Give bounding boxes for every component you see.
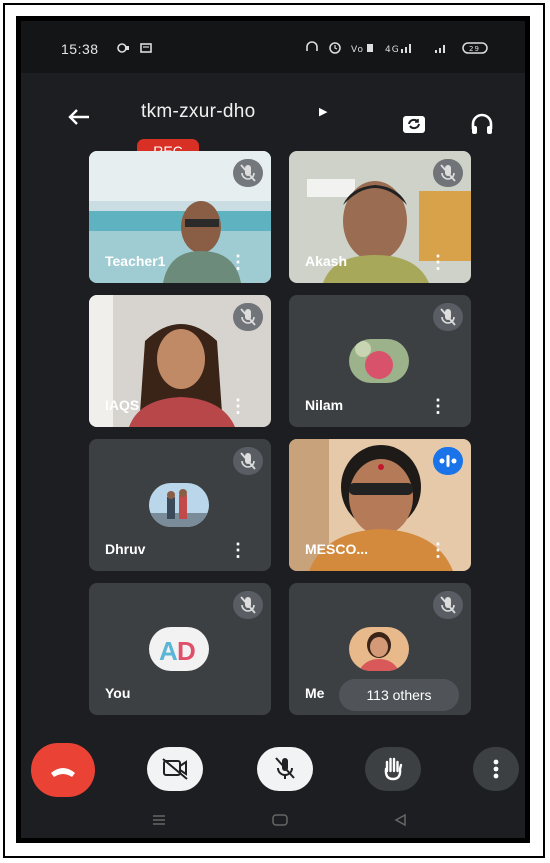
meeting-code[interactable]: tkm-zxur-dho	[141, 101, 255, 123]
participant-avatar	[349, 627, 409, 671]
switch-camera-icon[interactable]	[399, 109, 429, 139]
home-icon[interactable]	[271, 813, 289, 830]
participant-tile[interactable]: IAQS ⋮	[89, 295, 271, 427]
speaking-indicator-icon	[433, 447, 463, 475]
video-off-icon	[162, 758, 188, 780]
more-options-icon[interactable]: ⋮	[429, 541, 447, 559]
participant-tile[interactable]: Nilam ⋮	[289, 295, 471, 427]
more-options-icon[interactable]: ⋮	[229, 397, 247, 415]
participant-name: Teacher1	[105, 253, 166, 269]
back-arrow-icon[interactable]	[67, 107, 91, 128]
participant-name: IAQS	[105, 397, 140, 413]
mic-off-icon	[233, 159, 263, 187]
mic-off-icon	[233, 303, 263, 331]
participant-tile[interactable]: Akash ⋮	[289, 151, 471, 283]
participant-tile[interactable]: Teacher1 ⋮	[89, 151, 271, 283]
participant-tile[interactable]: MESCO... ⋮	[289, 439, 471, 571]
svg-text:A: A	[159, 636, 178, 666]
mic-off-icon	[433, 159, 463, 187]
participant-avatar: AD	[149, 627, 209, 671]
headphones-icon[interactable]	[467, 109, 497, 139]
status-system-icons: Vo 4G 29	[305, 41, 495, 58]
microphone-toggle-button[interactable]	[257, 747, 313, 791]
participant-avatar	[149, 483, 209, 527]
camera-toggle-button[interactable]	[147, 747, 203, 791]
meeting-header: tkm-zxur-dho ▶ REC	[21, 73, 525, 163]
mic-off-icon	[233, 447, 263, 475]
status-time: 15:38	[61, 41, 99, 57]
participant-name: MESCO...	[305, 541, 369, 557]
others-count-chip[interactable]: 113 others	[339, 679, 459, 711]
more-options-button[interactable]	[473, 747, 519, 791]
phone-hangup-icon	[51, 768, 75, 777]
status-notification-icons	[117, 41, 157, 58]
caret-right-icon[interactable]: ▶	[319, 105, 327, 118]
mic-off-icon	[233, 591, 263, 619]
participant-tile[interactable]: AD You	[89, 583, 271, 715]
mic-off-icon	[433, 591, 463, 619]
mic-off-icon	[433, 303, 463, 331]
status-bar: 15:38 Vo 4G 29	[21, 21, 525, 73]
participant-name: You	[105, 685, 131, 701]
more-options-icon[interactable]: ⋮	[429, 397, 447, 415]
svg-text:D: D	[177, 636, 196, 666]
more-options-icon[interactable]: ⋮	[229, 541, 247, 559]
more-options-icon[interactable]: ⋮	[429, 253, 447, 271]
svg-text:Vo: Vo	[351, 45, 364, 55]
recents-icon[interactable]	[151, 813, 167, 830]
screenshot-frame: 15:38 Vo 4G 29 tkm-zxur-dho ▶ Teacher1 ⋮…	[16, 16, 530, 843]
participant-avatar	[349, 339, 409, 383]
hand-icon	[384, 757, 403, 781]
back-triangle-icon[interactable]	[393, 813, 407, 830]
mic-off-icon	[275, 757, 295, 779]
system-navigation-bar	[21, 811, 525, 838]
call-controls	[21, 737, 525, 811]
more-vertical-icon	[493, 759, 499, 779]
svg-text:4G: 4G	[385, 45, 400, 55]
participant-name: Dhruv	[105, 541, 146, 557]
more-options-icon[interactable]: ⋮	[229, 253, 247, 271]
phone-screen: 15:38 Vo 4G 29 tkm-zxur-dho ▶ Teacher1 ⋮…	[21, 21, 525, 838]
end-call-button[interactable]	[31, 743, 95, 797]
raise-hand-button[interactable]	[365, 747, 421, 791]
svg-text:29: 29	[469, 45, 480, 53]
participant-tile[interactable]: Me 113 others	[289, 583, 471, 715]
participant-tile[interactable]: Dhruv ⋮	[89, 439, 271, 571]
participant-name: Me	[305, 685, 325, 701]
participant-name: Akash	[305, 253, 348, 269]
participant-name: Nilam	[305, 397, 344, 413]
